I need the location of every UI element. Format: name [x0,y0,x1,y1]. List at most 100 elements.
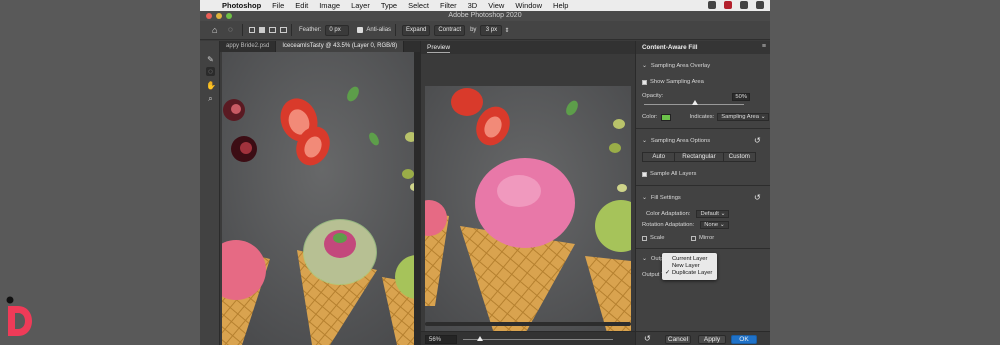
menu-window[interactable]: Window [515,1,542,10]
zoom-input[interactable]: 56% [425,335,457,344]
brand-logo-icon [6,296,32,336]
contract-button[interactable]: Contract [434,24,466,36]
color-adaptation-value: Default [700,211,719,217]
color-adaptation-select[interactable]: Default ⌄ [696,210,730,218]
apply-button[interactable]: Apply [698,335,726,344]
preview-panel: Preview 56% [420,41,636,345]
sampling-overlay-title: Sampling Area Overlay [650,63,711,69]
menu-3d[interactable]: 3D [468,1,478,10]
rotation-adaptation-value: None [704,222,719,228]
photoshop-screen: Photoshop File Edit Image Layer Type Sel… [200,0,770,345]
brush-tool-icon[interactable]: ✎ [206,55,215,64]
rotation-adaptation-select[interactable]: None ⌄ [700,221,729,229]
sample-all-layers-checkbox[interactable] [642,171,647,177]
menu-item-current-layer[interactable]: Current Layer [662,256,717,263]
content-aware-fill-panel: Content-Aware Fill ≡ ⌄ Sampling Area Ove… [635,41,770,345]
by-label: by [470,27,477,33]
panel-menu-icon[interactable]: ≡ [762,43,766,50]
window-title: Adobe Photoshop 2020 [448,12,522,19]
sampling-mode-group: Auto Rectangular Custom [642,152,756,162]
menu-layer[interactable]: Layer [351,1,370,10]
subtract-selection-icon[interactable] [269,27,276,33]
opacity-input[interactable]: 50% [732,93,750,101]
lasso-tool-icon[interactable]: ◌ [206,67,215,76]
menu-tray [708,1,764,9]
preview-canvas[interactable] [425,86,631,343]
chevron-down-icon: ⌄ [642,256,647,262]
section-sampling-options-header[interactable]: ⌄ Sampling Area Options [642,138,710,144]
preview-horizontal-scrollbar[interactable] [425,322,631,326]
window-title-bar: Adobe Photoshop 2020 [200,11,770,21]
menu-bar: Photoshop File Edit Image Layer Type Sel… [200,0,770,11]
intersect-selection-icon[interactable] [280,27,287,33]
opacity-slider-thumb[interactable] [692,100,698,105]
sample-all-row: Sample All Layers [642,171,696,177]
zoom-slider[interactable] [463,339,613,340]
menu-edit[interactable]: Edit [295,1,308,10]
stepper-arrows-icon[interactable]: ⇕ [504,27,509,34]
menu-type[interactable]: Type [381,1,397,10]
zoom-tool-icon[interactable]: ⌕ [206,94,215,103]
reset-fill-settings-icon[interactable]: ↺ [754,194,762,202]
preview-header: Preview [421,41,635,54]
menu-select[interactable]: Select [408,1,429,10]
mode-auto-button[interactable]: Auto [643,153,676,161]
menu-item-duplicate-layer[interactable]: Duplicate Layer [662,270,717,277]
options-bar: ⌂ ◌ Feather: 0 px Anti-alias Expand Cont… [200,21,770,40]
reset-all-icon[interactable]: ↺ [644,334,651,343]
overlay-color-swatch[interactable] [661,113,672,121]
tray-display-icon[interactable] [756,1,764,9]
mode-rectangular-button[interactable]: Rectangular [675,153,724,161]
tab-preview[interactable]: Preview [427,44,451,53]
reset-sampling-icon[interactable]: ↺ [754,137,762,145]
scale-row: Scale [642,235,665,241]
preview-artwork [425,86,631,343]
hand-tool-icon[interactable]: ✋ [206,81,216,90]
zoom-slider-thumb[interactable] [477,336,483,341]
rotation-adaptation-label: Rotation Adaptation: [642,222,695,228]
scale-checkbox[interactable] [642,235,647,241]
mode-custom-button[interactable]: Custom [724,153,755,161]
expand-button[interactable]: Expand [402,24,431,36]
fill-settings-title: Fill Settings [650,195,681,201]
menu-image[interactable]: Image [319,1,340,10]
show-sampling-row: Show Sampling Area [642,79,704,85]
show-sampling-checkbox[interactable] [642,79,647,85]
feather-label: Feather: [299,27,322,33]
menu-item-new-layer[interactable]: New Layer [662,263,717,270]
tray-shield-icon[interactable] [724,1,732,9]
menu-view[interactable]: View [488,1,504,10]
sampling-options-title: Sampling Area Options [650,138,711,144]
cancel-button[interactable]: Cancel [665,335,691,344]
add-selection-icon[interactable] [259,27,265,33]
overlay-color-row: Color: Indicates: Sampling Area ⌄ [642,113,770,121]
menu-help[interactable]: Help [553,1,568,10]
anti-alias-checkbox[interactable] [357,27,364,33]
section-sampling-overlay-header[interactable]: ⌄ Sampling Area Overlay [642,63,710,69]
tray-cloud-icon[interactable] [740,1,748,9]
chevron-down-icon: ⌄ [642,63,647,69]
menu-filter[interactable]: Filter [440,1,457,10]
indicates-select[interactable]: Sampling Area ⌄ [717,113,770,121]
section-fill-settings-header[interactable]: ⌄ Fill Settings [642,195,681,201]
section-output-header[interactable]: ⌄ Outp [642,256,663,262]
tab-happy-bride[interactable]: appy Bride2.psd [220,41,277,52]
menu-app-name[interactable]: Photoshop [222,1,261,10]
color-label: Color: [642,114,658,120]
by-amount-input[interactable]: 3 px [480,24,503,36]
ok-button[interactable]: OK [731,335,757,344]
tray-app-icon[interactable] [708,1,716,9]
new-selection-icon[interactable] [249,27,255,33]
menu-file[interactable]: File [272,1,284,10]
document-canvas[interactable] [222,52,422,345]
mirror-label: Mirror [699,235,715,241]
panel-title: Content-Aware Fill [636,41,770,54]
output-to-dropdown-menu: Current Layer New Layer Duplicate Layer [662,253,717,280]
feather-input[interactable]: 0 px [325,24,350,36]
home-icon[interactable]: ⌂ [212,25,222,35]
tab-icecream[interactable]: IceceamIsTasty @ 43.5% (Layer 0, RGB/8) [276,41,405,52]
tools-panel: ✎ ◌ ✋ ⌕ [200,41,220,345]
mirror-checkbox[interactable] [691,235,696,241]
lasso-tool-icon[interactable]: ◌ [228,25,238,35]
canvas-artwork [222,52,422,345]
